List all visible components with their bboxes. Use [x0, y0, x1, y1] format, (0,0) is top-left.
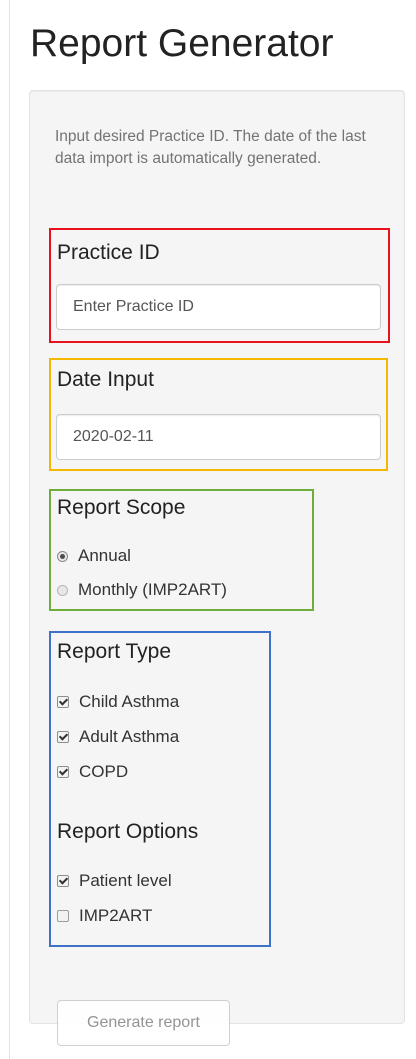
report-options-label: Report Options — [57, 820, 199, 843]
radio-label: Annual — [78, 546, 131, 565]
date-input-field[interactable] — [56, 414, 381, 460]
report-scope-label: Report Scope — [57, 496, 186, 519]
checkbox-imp2art[interactable]: IMP2ART — [57, 906, 152, 926]
checkbox-checked-icon[interactable] — [57, 875, 69, 887]
sidebar-panel: Input desired Practice ID. The date of t… — [29, 90, 405, 1046]
checkbox-label: Patient level — [79, 871, 172, 890]
date-input-label: Date Input — [57, 368, 154, 391]
checkbox-label: IMP2ART — [79, 906, 153, 925]
radio-selected-icon[interactable] — [57, 550, 68, 562]
help-text: Input desired Practice ID. The date of t… — [55, 128, 366, 167]
checkbox-checked-icon[interactable] — [57, 731, 69, 743]
checkbox-checked-icon[interactable] — [57, 766, 69, 778]
report-type-label: Report Type — [57, 640, 172, 663]
page-title: Report Generator — [30, 22, 334, 65]
checkbox-unchecked-icon[interactable] — [57, 910, 69, 922]
practice-id-input[interactable] — [56, 284, 381, 330]
report-type-highlight-box — [49, 631, 271, 947]
checkbox-copd[interactable]: COPD — [57, 762, 128, 782]
checkbox-checked-icon[interactable] — [57, 696, 69, 708]
left-frame-edge — [0, 0, 10, 1059]
checkbox-label: Child Asthma — [79, 692, 180, 711]
checkbox-label: Adult Asthma — [79, 727, 180, 746]
checkbox-label: COPD — [79, 762, 129, 781]
radio-label: Monthly (IMP2ART) — [78, 580, 227, 599]
radio-option-monthly[interactable]: Monthly (IMP2ART) — [57, 580, 227, 600]
checkbox-patient-level[interactable]: Patient level — [57, 871, 172, 891]
radio-option-annual[interactable]: Annual — [57, 546, 131, 566]
radio-unselected-icon[interactable] — [57, 584, 68, 596]
practice-id-label: Practice ID — [57, 241, 160, 264]
checkbox-child-asthma[interactable]: Child Asthma — [57, 692, 179, 712]
checkbox-adult-asthma[interactable]: Adult Asthma — [57, 727, 179, 747]
generate-report-button[interactable]: Generate report — [57, 1000, 230, 1046]
